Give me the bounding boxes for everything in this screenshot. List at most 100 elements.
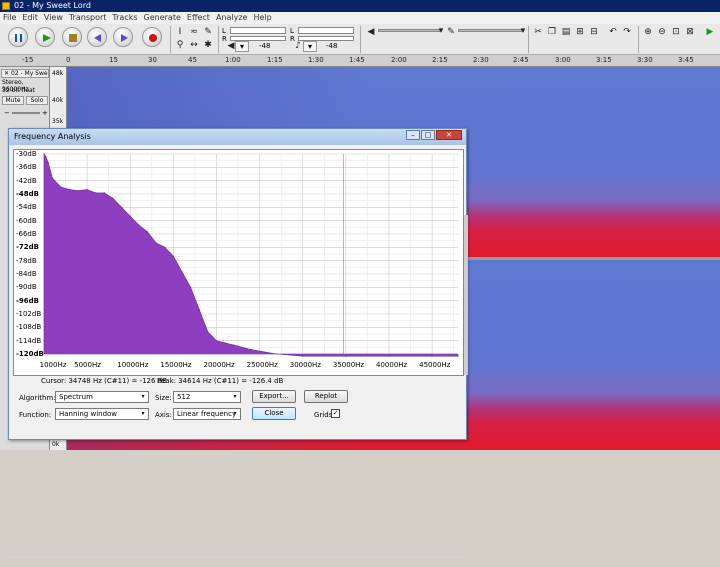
microphone-icon[interactable]: ♪ [293, 41, 303, 51]
x-tick-label: 10000Hz [117, 361, 149, 369]
stop-button[interactable] [62, 27, 82, 47]
zoom-tool-icon[interactable]: ⚲ [175, 40, 185, 50]
playback-volume-slider[interactable] [378, 29, 440, 32]
window-titlebar: 02 - My Sweet Lord [0, 0, 720, 12]
ruler-tick: 2:45 [513, 56, 529, 64]
track-name-dropdown[interactable]: ✕ 02 - My Swe ▾ [1, 69, 49, 78]
dialog-side-scrollbar[interactable] [464, 215, 468, 375]
mute-button[interactable]: Mute [2, 96, 24, 105]
y-tick-label: -66dB [16, 230, 37, 238]
timeline-ruler[interactable]: -15 0 15 30 45 1:00 1:15 1:30 1:45 2:00 … [0, 55, 720, 67]
skip-to-end-button[interactable] [113, 27, 133, 47]
replot-button[interactable]: Replot [304, 390, 348, 403]
record-meter-dropdown[interactable]: ▾ [303, 41, 317, 52]
toolbar-separator [170, 26, 171, 53]
spectrum-point [129, 215, 131, 217]
menu-analyze[interactable]: Analyze [213, 12, 251, 24]
menu-effect[interactable]: Effect [184, 12, 213, 24]
menu-generate[interactable]: Generate [141, 12, 184, 24]
size-label: Size: [155, 394, 172, 402]
toolbar-separator [360, 26, 361, 53]
silence-icon[interactable]: ⊟ [589, 27, 599, 37]
meter-dropdown[interactable]: ▾ [235, 41, 249, 52]
window-title: 02 - My Sweet Lord [14, 1, 91, 10]
ruler-tick: 15 [109, 56, 118, 64]
x-tick-label: 35000Hz [332, 361, 365, 369]
zoom-in-icon[interactable]: ⊕ [643, 27, 653, 37]
menu-transport[interactable]: Transport [66, 12, 110, 24]
toolbar: I ≂ ✎ ⚲ ↔ ✱ L R ◀ ▾ -48 L R ♪ ▾ -48 ◀ ▾ … [0, 24, 720, 55]
menu-help[interactable]: Help [250, 12, 274, 24]
dialog-title: Frequency Analysis [14, 132, 91, 141]
function-select[interactable]: Hanning window ▾ [55, 408, 149, 420]
pause-button[interactable] [8, 27, 28, 47]
menu-edit[interactable]: Edit [19, 12, 41, 24]
y-tick-label: -90dB [16, 283, 37, 292]
y-tick-label: -108dB [16, 323, 42, 332]
play-at-speed-icon[interactable]: ▶ [705, 27, 715, 37]
spectrum-plot[interactable]: -30dB -36dB -42dB -48dB -54dB -60dB -66dB -72dB… [13, 149, 464, 376]
algorithm-label: Algorithm: [19, 394, 56, 402]
record-icon [149, 34, 157, 42]
spectrum-point [103, 192, 105, 194]
menu-file[interactable]: File [0, 12, 19, 24]
close-track-icon[interactable]: ✕ [4, 70, 11, 77]
spectrum-point [77, 190, 80, 192]
export-button[interactable]: Export... [252, 390, 296, 403]
menu-tracks[interactable]: Tracks [109, 12, 140, 24]
minimize-icon[interactable]: – [406, 130, 420, 140]
y-tick-label: -72dB [16, 243, 39, 252]
envelope-tool-icon[interactable]: ≂ [189, 27, 199, 37]
axis-select[interactable]: Linear frequency ▾ [173, 408, 241, 420]
play-button[interactable] [35, 27, 55, 47]
dialog-titlebar[interactable]: Frequency Analysis – □ ✕ [9, 129, 466, 145]
maximize-icon[interactable]: □ [421, 130, 435, 140]
function-label: Function: [19, 411, 52, 419]
gain-minus-icon: − [4, 109, 10, 117]
toolbar-separator [638, 26, 639, 53]
spectrum-point [457, 355, 459, 357]
ruler-tick: 1:45 [349, 56, 365, 64]
fit-selection-icon[interactable]: ⊡ [671, 27, 681, 37]
draw-tool-icon[interactable]: ✎ [203, 27, 213, 37]
size-select[interactable]: 512 ▾ [173, 391, 241, 403]
redo-icon[interactable]: ↷ [622, 27, 632, 37]
paste-icon[interactable]: ▤ [561, 27, 571, 37]
toolbar-separator [218, 26, 219, 53]
copy-icon[interactable]: ❐ [547, 27, 557, 37]
meter-value-left: -48 [259, 42, 271, 50]
ruler-tick: 2:30 [473, 56, 489, 64]
record-volume-slider[interactable] [458, 29, 522, 32]
ruler-tick: 30 [148, 56, 157, 64]
spectrum-point [190, 286, 192, 288]
spectrum-point [431, 355, 433, 357]
selection-tool-icon[interactable]: I [175, 27, 185, 37]
algorithm-select[interactable]: Spectrum ▾ [55, 391, 149, 403]
x-tick-label: 30000Hz [289, 361, 321, 369]
volume-slider-thumb-icon[interactable]: ▾ [436, 26, 446, 36]
close-icon[interactable]: ✕ [436, 130, 462, 140]
record-meter-left [298, 27, 354, 34]
record-slider-thumb-icon[interactable]: ▾ [518, 26, 528, 36]
grids-checkbox[interactable]: ✓ [331, 409, 340, 418]
toolbar-separator [528, 26, 529, 53]
timeshift-tool-icon[interactable]: ↔ [189, 40, 199, 50]
y-tick-label: -48dB [16, 190, 39, 198]
spectrum-point [198, 309, 200, 311]
cut-icon[interactable]: ✂ [533, 27, 543, 37]
close-button[interactable]: Close [252, 407, 296, 420]
spectrum-point [164, 246, 166, 248]
zoom-out-icon[interactable]: ⊖ [657, 27, 667, 37]
spectrum-point [146, 231, 149, 233]
solo-button[interactable]: Solo [26, 96, 48, 105]
multi-tool-icon[interactable]: ✱ [203, 40, 213, 50]
skip-to-start-button[interactable] [87, 27, 107, 47]
menu-view[interactable]: View [41, 12, 66, 24]
gain-slider[interactable] [12, 112, 40, 114]
record-button[interactable] [142, 27, 162, 47]
playback-meter-left [230, 27, 286, 34]
record-meter-l-label: L [290, 27, 294, 35]
trim-icon[interactable]: ⊞ [575, 27, 585, 37]
fit-project-icon[interactable]: ⊠ [685, 27, 695, 37]
undo-icon[interactable]: ↶ [608, 27, 618, 37]
